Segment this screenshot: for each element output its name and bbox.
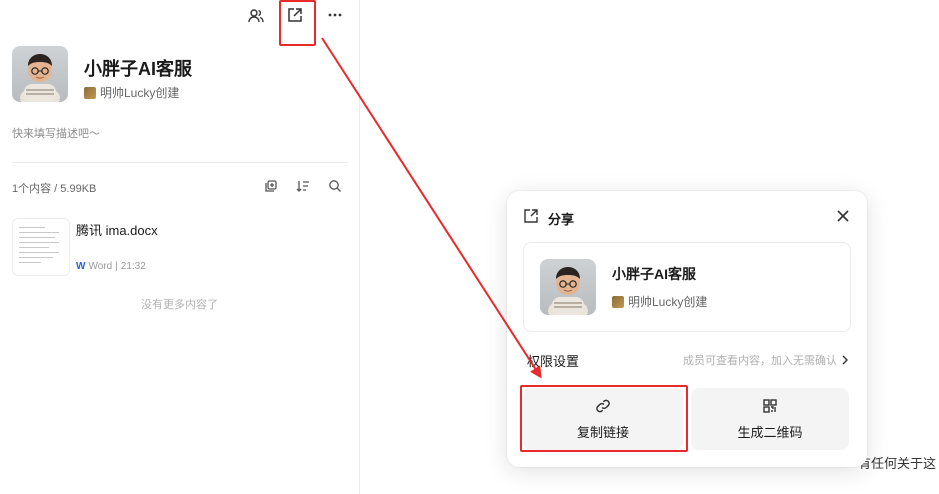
qr-code-label: 生成二维码 — [737, 424, 803, 440]
share-preview-card: 小胖子AI客服 明帅Lucky创建 — [523, 242, 851, 332]
share-icon — [524, 209, 538, 223]
sort-icon — [296, 181, 309, 192]
sort-button[interactable] — [295, 178, 311, 194]
permission-value: 成员可查看内容，加入无需确认 — [683, 352, 849, 368]
knowledge-base-panel: 小胖子AI客服 明帅Lucky创建 快来填写描述吧～ 1个内容 / 5.99KB — [0, 0, 360, 494]
permission-label: 权限设置 — [527, 354, 580, 369]
file-thumbnail — [12, 218, 70, 276]
card-creator-text: 明帅Lucky创建 — [628, 295, 708, 309]
more-button[interactable] — [324, 4, 346, 26]
meta-separator: | — [115, 261, 118, 272]
file-list-item[interactable]: 腾讯 ima.docx W Word | 21:32 — [12, 218, 348, 276]
kb-creator: 明帅Lucky创建 — [84, 84, 179, 101]
kb-stats: 1个内容 / 5.99KB — [12, 183, 97, 195]
share-button[interactable] — [284, 4, 306, 26]
add-content-icon — [265, 180, 277, 192]
word-icon: W — [76, 261, 86, 272]
kb-title: 小胖子AI客服 — [84, 59, 192, 79]
chevron-right-icon — [842, 355, 848, 365]
card-creator: 明帅Lucky创建 — [612, 293, 707, 310]
members-button[interactable] — [245, 5, 267, 27]
kb-avatar — [540, 259, 596, 315]
close-icon — [837, 210, 849, 222]
copy-link-label: 复制链接 — [576, 424, 629, 440]
file-time: 21:32 — [120, 261, 146, 272]
dialog-title: 分享 — [548, 212, 575, 227]
kb-description[interactable]: 快来填写描述吧～ — [12, 125, 100, 141]
qr-code-icon — [763, 398, 777, 413]
kb-creator-text: 明帅Lucky创建 — [100, 86, 180, 100]
card-title: 小胖子AI客服 — [612, 266, 696, 282]
share-icon — [288, 8, 302, 22]
search-button[interactable] — [327, 178, 343, 194]
search-icon — [329, 180, 341, 192]
creator-avatar-icon — [84, 86, 96, 99]
file-meta: W Word | 21:32 — [76, 261, 146, 272]
file-type: Word — [88, 261, 113, 272]
file-name: 腾讯 ima.docx — [76, 223, 158, 238]
permission-settings-row[interactable]: 权限设置 成员可查看内容，加入无需确认 — [523, 349, 849, 371]
qr-code-button[interactable]: 生成二维码 — [691, 388, 849, 450]
link-icon — [596, 399, 610, 412]
kb-avatar — [12, 46, 68, 102]
members-icon — [248, 9, 264, 23]
copy-link-button[interactable]: 复制链接 — [523, 388, 683, 450]
divider — [12, 162, 348, 163]
share-dialog: 分享 小胖子AI客服 明帅Lucky创建 权限设置 成员可查看内容，加入无需确认… — [507, 191, 867, 467]
background-chat-text: 有任何关于这 — [858, 456, 937, 471]
add-content-button[interactable] — [263, 178, 279, 194]
more-icon — [328, 13, 342, 17]
no-more-content: 没有更多内容了 — [141, 299, 218, 311]
close-button[interactable] — [833, 206, 853, 226]
permission-value-text: 成员可查看内容，加入无需确认 — [683, 355, 837, 367]
creator-avatar-icon — [612, 295, 624, 308]
